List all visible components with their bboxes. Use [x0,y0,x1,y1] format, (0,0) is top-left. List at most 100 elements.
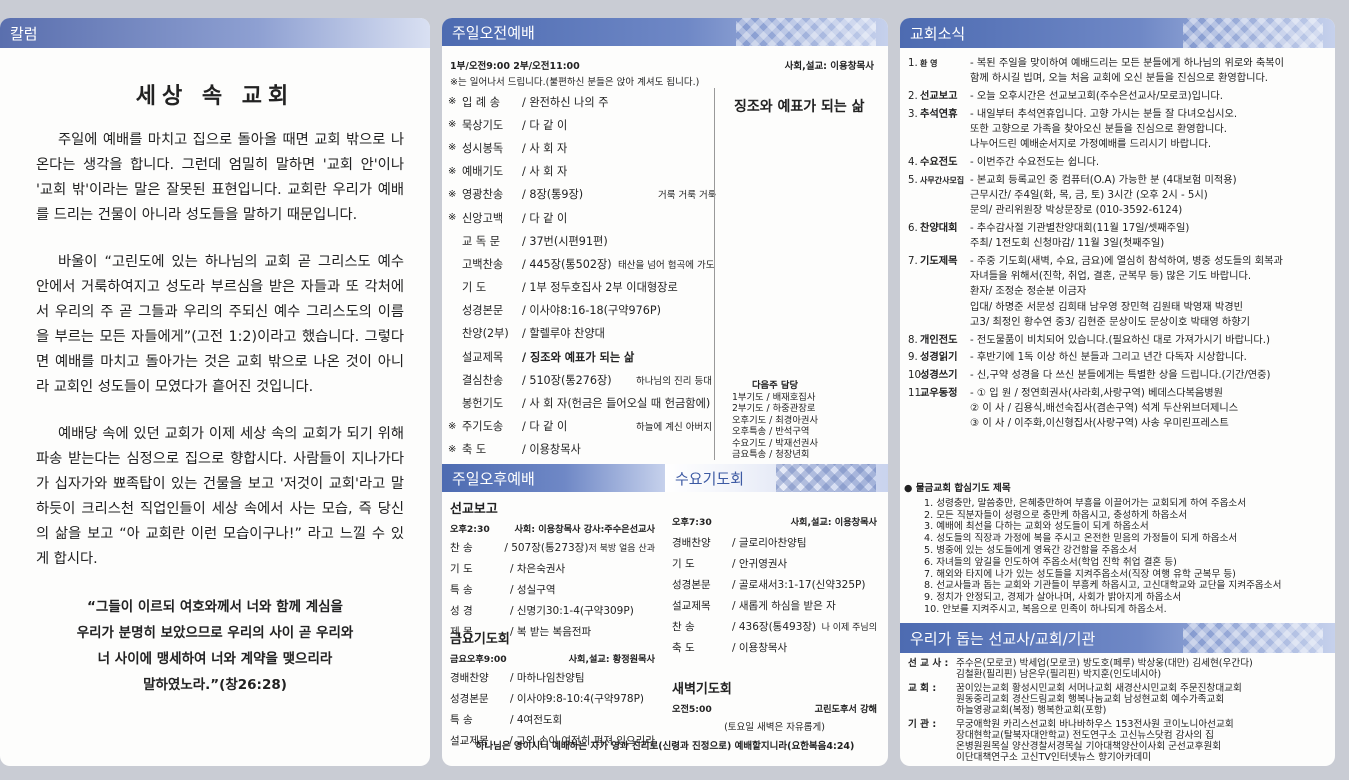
dawn-meta: 오전5:00 고린도후서 강해 [672,701,877,715]
order-item-name: 예배기도 [462,165,504,179]
next-week-duty: 다음주 담당 1부기도 / 배재호집사 2부기도 / 하중관장로 오후기도 / … [732,380,818,461]
news-number: 2. [908,91,918,102]
mission-row: 기 관 : 무궁애학원 카리스선교회 바나바하우스 153전사원 코이노니아선교회… [908,719,1253,763]
stand-mark: ※ [448,96,457,108]
order-item-value: / 새롭게 하심을 받은 자 [732,600,836,612]
duty-row: 2부기도 / 하중관장로 [732,403,816,414]
news-label: 선교보고 [920,91,958,102]
order-item-name: 찬 송 [672,621,695,633]
order-item-name: 찬양(2부) [462,327,509,341]
missions-title: 우리가 돕는 선교사/교회/기관 [910,629,1096,648]
news-number: 9. [908,352,918,364]
stand-mark: ※ [448,165,457,177]
order-item-value: / 이용창목사 [522,443,581,457]
afternoon-officiant: 사회: 이용창목사 강사:주수은선교사 [514,524,655,535]
column-paragraph: 바울이 “고린도에 있는 하나님의 교회 곧 그리스도 예수 안에서 거룩하여지… [36,254,404,395]
news-text: - ① 입 원 / 정연희권사(사라회,사랑구역) 베데스다복음병원 ② 이 사… [970,388,1239,430]
column-paragraph: 주일에 예배를 마치고 집으로 돌아올 때면 교회 밖으로 나온다는 생각을 합… [36,132,404,223]
morning-times: 1부/오전9:00 2부/오전11:00 [450,61,580,72]
mission-text: 무궁애학원 카리스선교회 바나바하우스 153전사원 코이노니아선교회 장대현학… [956,719,1234,763]
order-item: 봉헌기도 / 사 회 자(헌금은 들어오실 때 헌금함에) [448,391,718,414]
missions-list: 선 교 사 : 주수은(모로코) 박세업(모로코) 방도호(페루) 박상웅(대만)… [908,658,1253,766]
order-item-name: 주기도송 [462,420,504,434]
mission-text: 주수은(모로코) 박세업(모로코) 방도호(페루) 박상웅(대만) 김세현(우간… [956,658,1253,680]
duty-row: 금요특송 / 청장년회 [732,449,810,460]
order-item-value: / 글로리아찬양팀 [732,537,807,549]
afternoon-meta: 오후2:30 사회: 이용창목사 강사:주수은선교사 [450,521,655,535]
order-item-value: / 신명기30:1-4(구약309P) [510,605,634,617]
news-label: 기도제목 [920,256,958,267]
hymn-title: 저 북방 얼음 산과 [588,544,655,554]
order-item-name: 교 독 문 [462,234,500,248]
prayer-item: 1. 성령충만, 말씀충만, 은혜충만하여 부흥을 이끌어가는 교회되게 하여 … [924,497,1247,509]
order-item: 기 도 / 1부 정두호집사 2부 이대형장로 [448,276,718,299]
news-number: 3. [908,108,918,120]
sermon-title: 징조와 예표가 되는 삶 [734,99,865,115]
order-item-value: / 445장(통502장) [522,257,612,271]
news-item: 8. 개인전도 - 전도물품이 비치되어 있습니다.(필요하신 대로 가져가시기 바… [908,333,1325,348]
order-item-name: 찬 송 [450,542,473,554]
afternoon-worship-header: 주일오후예배 [442,464,665,492]
dawn-note: (토요일 새벽은 자유롭게) [724,722,825,733]
order-item-name: 설교제목 [672,600,711,612]
mission-label: 선 교 사 : [908,658,949,669]
order-item: 특 송 / 4여전도회 [450,709,655,730]
order-item: 찬 송 / 507장(통273장) 저 북방 얼음 산과 [450,537,655,558]
wednesday-section: 오후7:30 사회,설교: 이용창목사 경배찬양 / 글로리아찬양팀 기 도 / 안귀… [672,510,877,658]
order-item: 교 독 문 / 37번(시편91편) [448,229,718,252]
hymn-title: 태산을 넘어 험곡에 가도 [618,259,715,271]
order-item-name: 입 례 송 [462,95,500,109]
order-item-name: 영광찬송 [462,188,504,202]
order-item-value: / 안귀영권사 [732,558,788,570]
news-label: 개인전도 [920,334,958,346]
order-item-value: / 507장(통273장) [504,542,589,554]
news-label: 추석연휴 [920,108,958,120]
news-label: 성경쓰기 [920,370,958,382]
order-item-value: / 436장(통493장) [732,621,817,633]
news-item: 11. 교우동정 - ① 입 원 / 정연희권사(사라회,사랑구역) 베데스다복음병… [908,386,1325,432]
news-item: 5. 사무간사모집 - 본교회 등록교인 중 컴퓨터(O.A) 가능한 분 (4대보… [908,173,1325,219]
news-item: 4. 수요전도 - 이번주간 수요전도는 쉽니다. [908,155,1325,170]
order-item-name: 성경본문 [672,579,711,591]
news-number: 6. [908,223,918,234]
afternoon-time: 오후2:30 [450,524,490,535]
duty-title: 다음주 담당 [752,380,799,391]
order-item: 경배찬양 / 글로리아찬양팀 [672,532,877,553]
order-item: 찬 송 / 436장(통493장) 나 이제 주님의 [672,616,877,637]
news-text: - 추수감사절 기관별찬양대회(11월 17일/셋째주일) 주최/ 1전도회 신… [970,223,1190,250]
news-item: 7. 기도제목 - 주중 기도회(새벽, 수요, 금요)에 열심히 참석하여, 병중… [908,254,1325,330]
diamond-pattern-icon [736,18,876,46]
dawn-section: 새벽기도회 오전5:00 고린도후서 강해 (토요일 새벽은 자유롭게) [672,678,877,733]
order-item: 성 경 / 신명기30:1-4(구약309P) [450,600,655,621]
order-item: ※ 신앙고백 / 다 같 이 [448,206,718,229]
prayer-item: 4. 성도들의 직장과 가정에 복을 주시고 온전한 믿음의 가정들이 되게 하… [924,533,1238,545]
news-item: 1. 환 영 - 복된 주일을 맞이하여 예배드리는 모든 분들에게 하나님의 위로… [908,56,1325,86]
order-item-value: / 골로새서3:1-17(신약325P) [732,579,866,591]
news-number: 5. [908,174,918,186]
stand-mark: ※ [448,119,457,131]
order-item: ※ 묵상기도 / 다 같 이 [448,113,718,136]
order-item-value: / 사 회 자(헌금은 들어오실 때 헌금함에) [522,397,711,411]
order-item-name: 성 경 [450,605,473,617]
prayer-item: 9. 정치가 안정되고, 경제가 살아나며, 사회가 밝아지게 하옵소서 [924,592,1182,604]
prayer-title: ● 물금교회 합심기도 제목 [904,483,1011,494]
afternoon-section: 선교보고 오후2:30 사회: 이용창목사 강사:주수은선교사 찬 송 / 507… [450,498,655,642]
column-header: 칼럼 [0,18,430,48]
dawn-officiant: 고린도후서 강해 [814,704,877,715]
news-text: - 오늘 오후시간은 선교보고회(주수은선교사/모로코)입니다. [970,91,1223,102]
order-item: 설교제목 / 징조와 예표가 되는 삶 [448,345,718,368]
morning-worship-title: 주일오전예배 [452,23,535,42]
column-header-label: 칼럼 [10,24,38,43]
diamond-pattern-icon [1183,623,1323,653]
news-item: 2. 선교보고 - 오늘 오후시간은 선교보고회(주수은선교사/모로코)입니다. [908,89,1325,104]
wednesday-worship-header: 수요기도회 [665,464,888,492]
order-item: 고백찬송 / 445장(통502장) 태산을 넘어 험곡에 가도 [448,252,718,275]
prayer-item: 6. 자녀들의 앞길을 인도하여 주옵소서(학업 진학 취업 결혼 등) [924,556,1177,568]
order-item: 결심찬송 / 510장(통276장) 하나님의 진리 등대 [448,368,718,391]
wednesday-time: 오후7:30 [672,517,712,528]
order-item-name: 축 도 [462,443,487,457]
order-item-value: / 다 같 이 [522,118,568,132]
order-item-value: / 징조와 예표가 되는 삶 [522,350,635,364]
order-item-name: 경배찬양 [672,537,711,549]
news-label: 교우동정 [920,388,958,399]
